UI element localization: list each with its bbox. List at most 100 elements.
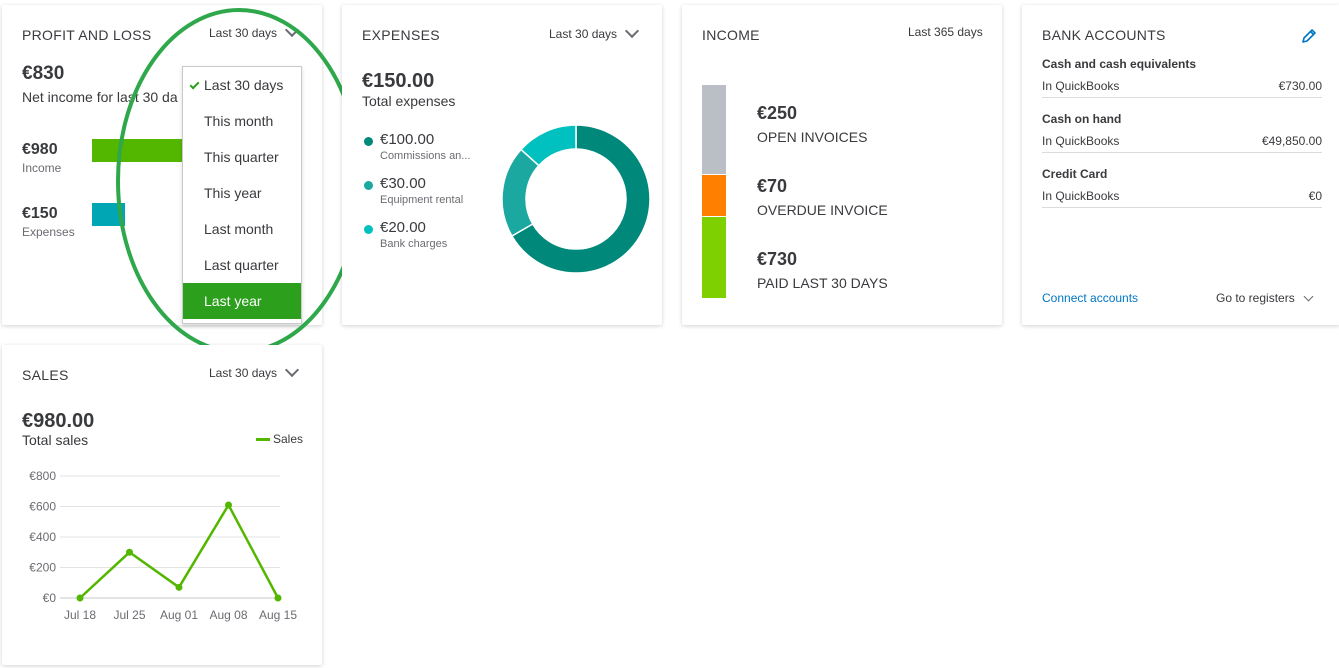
- legend-swatch: [256, 437, 270, 441]
- sales-period-selector[interactable]: Last 30 days: [209, 362, 300, 380]
- income-segment-amount: €250: [757, 103, 798, 123]
- expenses-amount: €150: [22, 205, 58, 222]
- net-income-amount: €830: [22, 63, 65, 84]
- expenses-title: EXPENSES: [362, 27, 440, 43]
- profit-loss-period-selector[interactable]: Last 30 days: [209, 22, 300, 40]
- check-icon: [189, 79, 200, 90]
- sales-total-label: Total sales: [22, 432, 89, 448]
- bank-accounts-title: BANK ACCOUNTS: [1042, 27, 1166, 43]
- dropdown-item[interactable]: Last month: [183, 211, 301, 247]
- dropdown-item-label: This year: [204, 185, 262, 201]
- chevron-down-icon: [284, 22, 300, 38]
- y-tick-label: €0: [43, 591, 57, 605]
- income-segment-amount: €730: [757, 249, 798, 269]
- expense-item-amount: €100.00: [380, 131, 435, 148]
- dropdown-item[interactable]: Last quarter: [183, 247, 301, 283]
- sales-title: SALES: [22, 367, 69, 383]
- period-label: Last 30 days: [209, 26, 278, 40]
- chevron-down-icon: [1303, 291, 1314, 301]
- legend-dot: [364, 137, 373, 146]
- x-tick-label: Aug 01: [160, 608, 198, 622]
- bank-account-source: In QuickBooks: [1042, 134, 1120, 148]
- go-to-registers-button[interactable]: Go to registers: [1216, 291, 1314, 305]
- income-segment-label[interactable]: OVERDUE INVOICE: [757, 202, 888, 218]
- dropdown-item[interactable]: Last 30 days: [183, 67, 301, 103]
- dropdown-item-label: Last 30 days: [204, 77, 284, 93]
- bank-account-name[interactable]: Credit Card: [1042, 167, 1107, 181]
- sales-legend: Sales: [256, 432, 303, 446]
- dropdown-item[interactable]: This month: [183, 103, 301, 139]
- y-tick-label: €800: [29, 469, 56, 483]
- expenses-bar[interactable]: [92, 203, 125, 226]
- divider: [1042, 152, 1322, 153]
- pencil-icon[interactable]: [1300, 27, 1318, 45]
- income-amount: €980: [22, 141, 58, 158]
- dropdown-item[interactable]: Last year: [183, 283, 301, 319]
- income-period-label: Last 365 days: [908, 25, 983, 39]
- period-label: Last 365 days: [908, 25, 983, 39]
- dropdown-item-label: Last month: [204, 221, 274, 237]
- donut-slice[interactable]: [501, 148, 540, 238]
- bank-accounts-card: BANK ACCOUNTS Connect accounts Go to reg…: [1022, 5, 1339, 325]
- x-tick-label: Aug 08: [209, 608, 247, 622]
- expenses-total-label: Total expenses: [362, 93, 456, 109]
- sales-card: SALES Last 30 days €980.00 Total sales S…: [2, 345, 322, 665]
- expenses-period-selector[interactable]: Last 30 days: [549, 23, 640, 41]
- income-segment-label[interactable]: OPEN INVOICES: [757, 129, 867, 145]
- expenses-total-amount: €150.00: [362, 70, 435, 92]
- income-segment-amount: €70: [757, 176, 788, 196]
- sales-total-amount: €980.00: [22, 410, 95, 432]
- expense-item-label: Bank charges: [380, 238, 448, 250]
- y-tick-label: €200: [29, 561, 56, 575]
- dropdown-item-label: This quarter: [204, 149, 279, 165]
- profit-loss-card: PROFIT AND LOSS Last 30 days €830 Net in…: [2, 5, 322, 325]
- data-point[interactable]: [225, 501, 232, 509]
- period-dropdown-menu: Last 30 days This month This quarter This y…: [182, 66, 302, 324]
- data-point[interactable]: [126, 548, 133, 556]
- y-tick-label: €400: [29, 530, 56, 544]
- dropdown-item-label: Last quarter: [204, 257, 279, 273]
- legend-dot: [364, 181, 373, 190]
- divider: [1042, 97, 1322, 98]
- dropdown-item[interactable]: This year: [183, 175, 301, 211]
- bank-account-name[interactable]: Cash on hand: [1042, 112, 1121, 126]
- legend-label: Sales: [273, 432, 304, 446]
- expense-item-amount: €20.00: [380, 219, 426, 236]
- x-tick-label: Jul 25: [113, 608, 145, 622]
- bank-account-balance: €0: [1308, 189, 1322, 203]
- go-to-registers-label: Go to registers: [1216, 291, 1295, 305]
- income-segment-label[interactable]: PAID LAST 30 DAYS: [757, 275, 888, 291]
- income-card: INCOME Last 365 days €250 OPEN INVOICES €7…: [682, 5, 1002, 325]
- net-income-label: Net income for last 30 da: [22, 89, 178, 105]
- data-point[interactable]: [274, 594, 282, 602]
- bank-account-source: In QuickBooks: [1042, 79, 1120, 93]
- divider: [1042, 207, 1322, 208]
- period-label: Last 30 days: [209, 366, 278, 380]
- bank-account-name[interactable]: Cash and cash equivalents: [1042, 57, 1196, 71]
- income-bar-segment[interactable]: [702, 217, 726, 298]
- income-bar-segment[interactable]: [702, 85, 726, 174]
- income-bar-segment[interactable]: [702, 175, 726, 216]
- income-title: INCOME: [702, 27, 760, 43]
- profit-loss-title: PROFIT AND LOSS: [22, 27, 152, 43]
- expenses-card: EXPENSES Last 30 days €150.00 Total expe…: [342, 5, 662, 325]
- bank-account-balance: €49,850.00: [1261, 134, 1322, 148]
- connect-accounts-link[interactable]: Connect accounts: [1042, 291, 1138, 305]
- expense-item-label: Commissions an...: [380, 150, 471, 162]
- expenses-label: Expenses: [22, 225, 75, 239]
- x-tick-label: Aug 15: [259, 608, 297, 622]
- x-tick-label: Jul 18: [64, 608, 96, 622]
- expenses-donut-chart[interactable]: [500, 123, 652, 275]
- bank-account-balance: €730.00: [1278, 79, 1322, 93]
- sales-line-chart[interactable]: €0 €200 €400 €600 €800 Jul 18 Jul 25 Aug 01 Aug …: [2, 460, 322, 630]
- data-point[interactable]: [175, 583, 183, 591]
- chevron-down-icon: [624, 23, 640, 39]
- dropdown-item[interactable]: This quarter: [183, 139, 301, 175]
- chevron-down-icon: [284, 362, 300, 378]
- dropdown-item-label: This month: [204, 113, 274, 129]
- dropdown-item-label: Last year: [204, 293, 262, 309]
- legend-dot: [364, 225, 373, 234]
- period-label: Last 30 days: [549, 27, 618, 41]
- expense-item-amount: €30.00: [380, 175, 426, 192]
- data-point[interactable]: [76, 594, 84, 602]
